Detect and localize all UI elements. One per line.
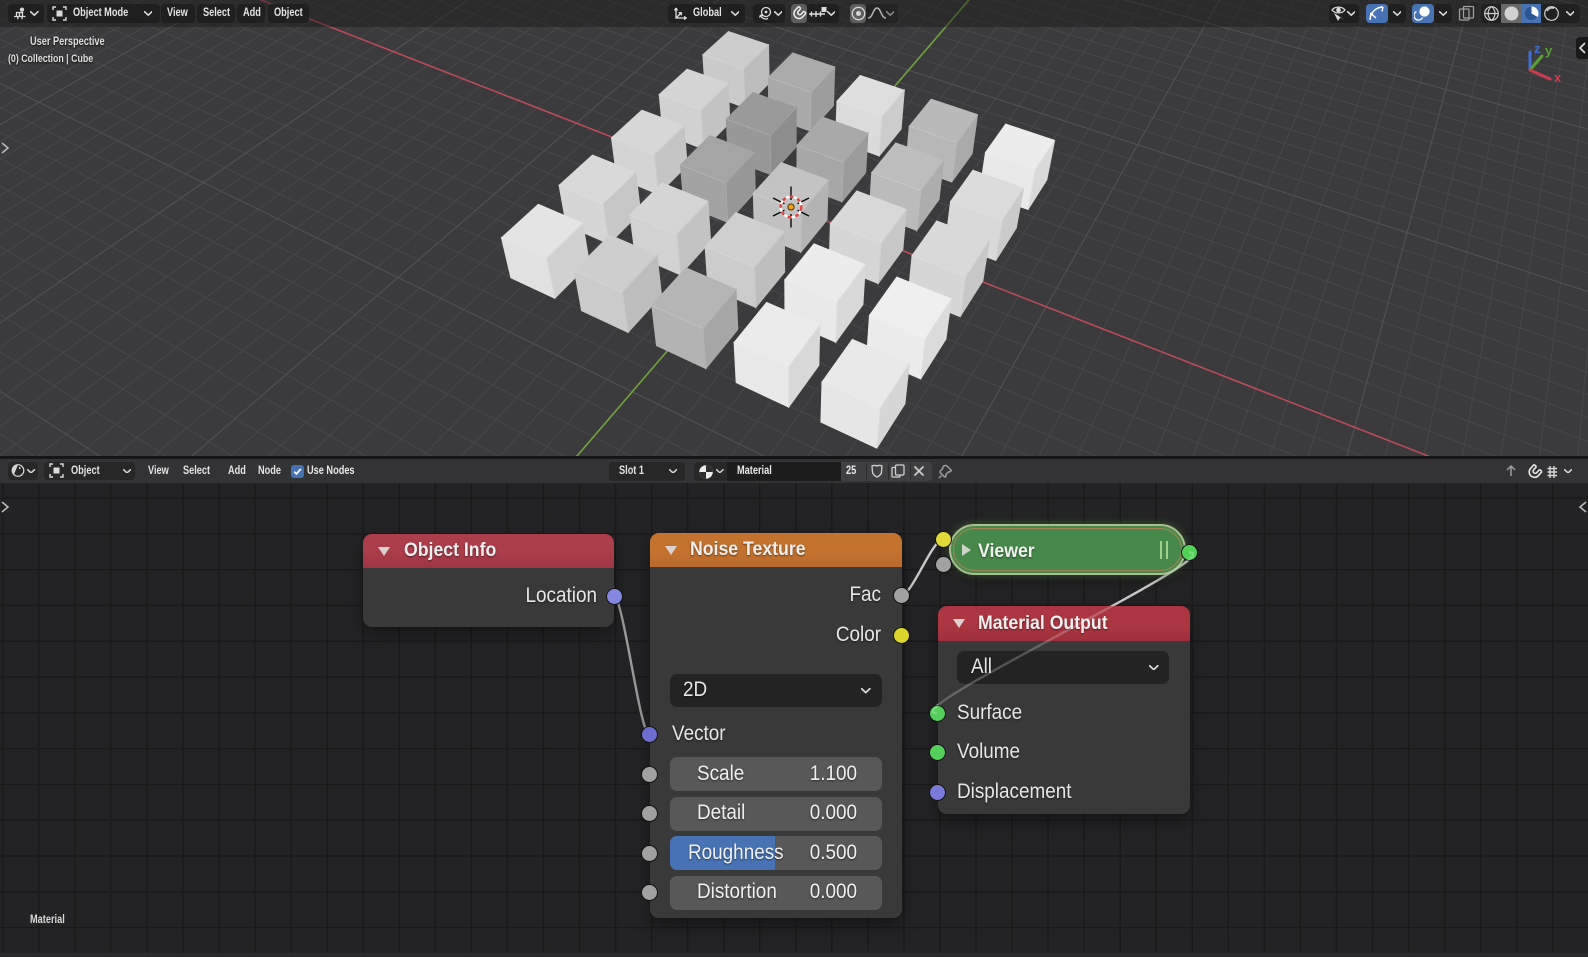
svg-text:x: x: [1554, 70, 1562, 85]
svg-text:z: z: [1534, 41, 1541, 56]
svg-text:y: y: [1545, 43, 1553, 58]
